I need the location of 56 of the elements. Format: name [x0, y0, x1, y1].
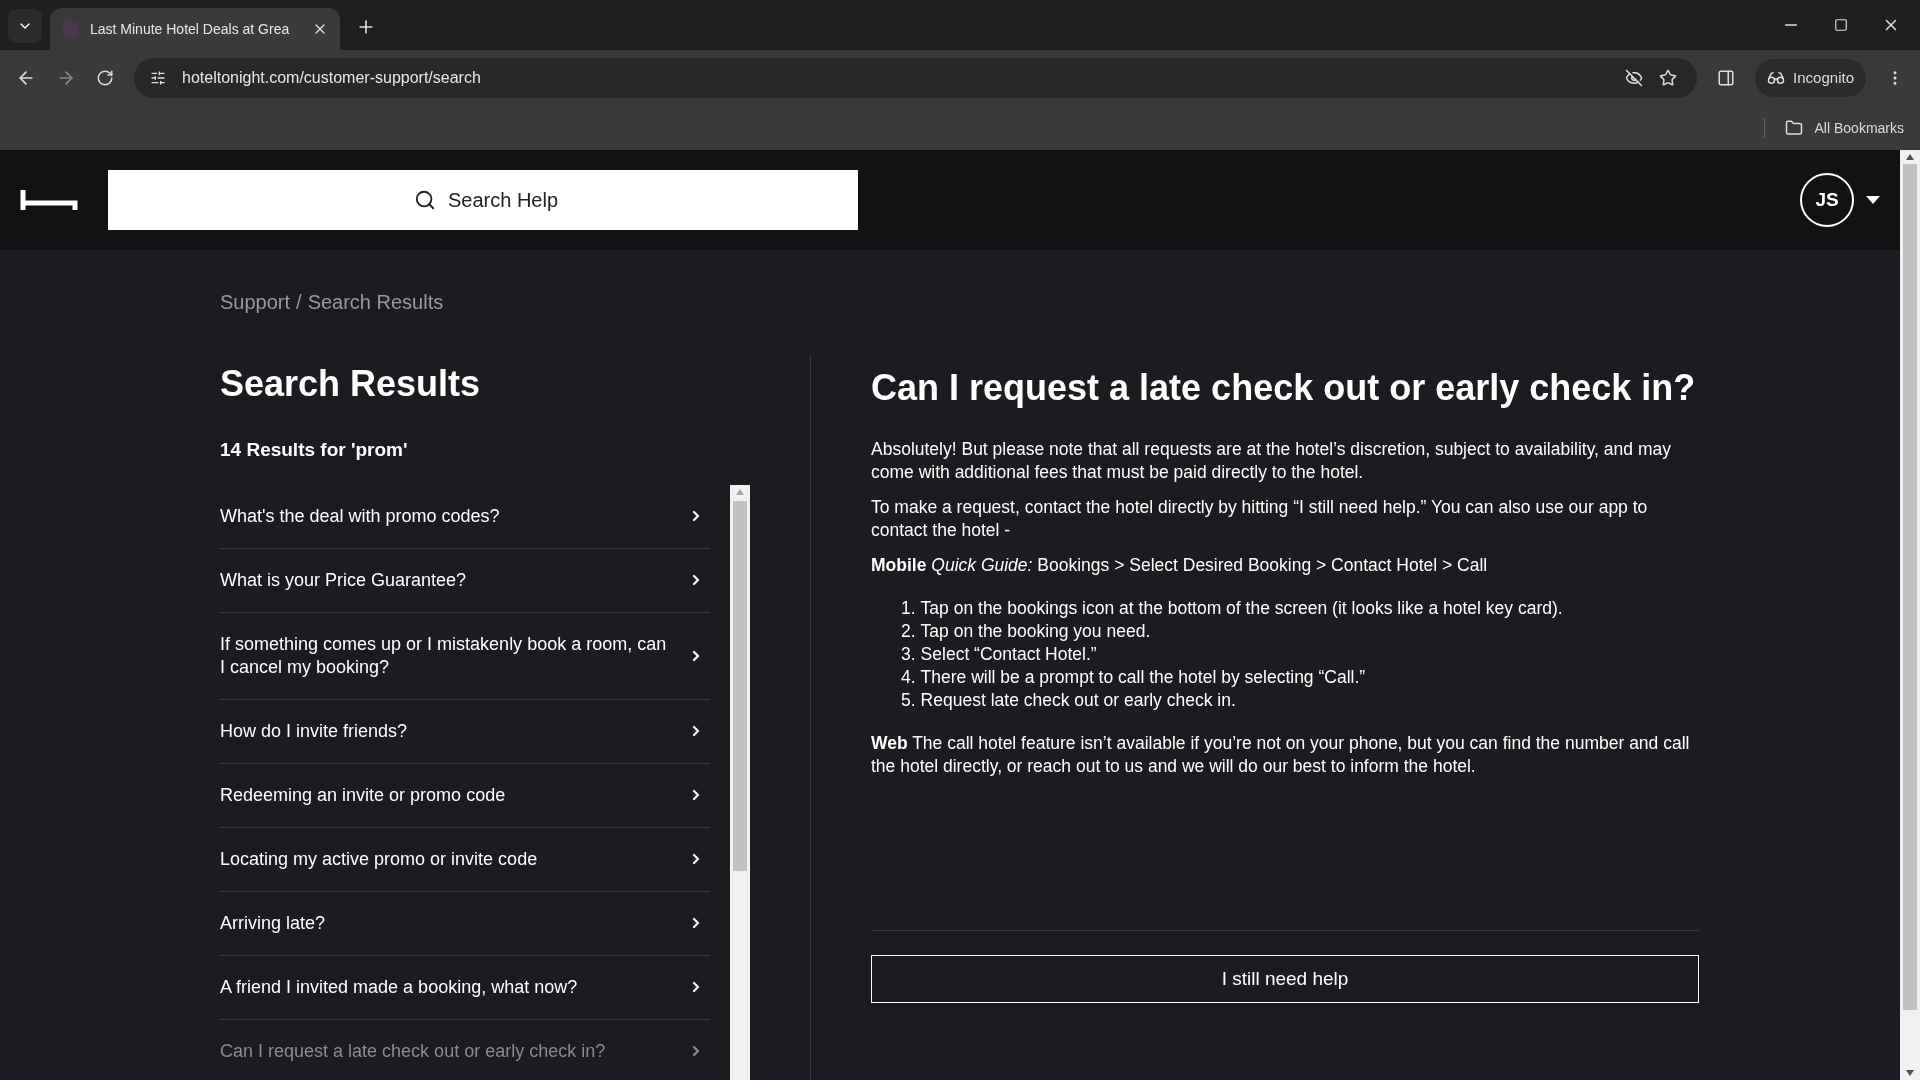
result-item[interactable]: What is your Price Guarantee? [220, 548, 710, 613]
bookmark-star-icon[interactable] [1659, 69, 1678, 87]
step-number: 4. [901, 666, 916, 689]
help-button[interactable]: I still need help [871, 955, 1699, 1003]
result-item[interactable]: How do I invite friends? [220, 699, 710, 764]
breadcrumb-link[interactable]: Support [220, 287, 291, 317]
step-text: Tap on the booking you need. [920, 620, 1151, 643]
page-scrollbar[interactable] [1900, 150, 1920, 1080]
result-item[interactable]: Arriving late? [220, 891, 710, 956]
caret-icon[interactable] [1866, 196, 1880, 204]
search-field[interactable]: Search Help [108, 170, 858, 230]
results-count: 14 Results for 'prom' [220, 438, 409, 462]
scrollbar[interactable] [730, 484, 750, 1080]
address-bar[interactable]: hoteltonight.com/customer-support/search [134, 58, 1698, 98]
article-paragraph: To make a request, contact the hotel directly by hitting “I still need help.” You can also use our app to contact the hotel - [871, 496, 1649, 542]
result-item[interactable]: What's the deal with promo codes? [220, 484, 710, 549]
tab-title: Last Minute Hotel Deals at Grea [90, 19, 291, 39]
step-number: 3. [901, 643, 916, 666]
step-text: There will be a prompt to call the hotel by selecting “Call.” [920, 666, 1366, 689]
folder-icon[interactable] [1784, 119, 1803, 137]
step-number: 1. [901, 597, 916, 620]
result-item[interactable]: If something comes up or I mistakenly book a room, can I cancel my booking? [220, 612, 710, 700]
search-icon [414, 189, 436, 211]
article-paragraph: Mobile Quick Guide: Bookings > Select Desired Booking > Contact Hotel > Call [871, 554, 1489, 577]
scrollbar-thumb[interactable] [733, 500, 747, 871]
maximize-icon[interactable] [1834, 18, 1848, 32]
incognito-icon [1767, 69, 1786, 87]
breadcrumb-link[interactable]: Search Results [307, 287, 444, 317]
avatar-button[interactable]: JS [1800, 173, 1854, 227]
result-item[interactable]: Redeeming an invite or promo code [220, 763, 710, 828]
step-text: Request late check out or early check in. [920, 689, 1236, 712]
tab-list-button[interactable] [8, 9, 42, 43]
breadcrumb-separator: / [296, 290, 302, 315]
step-text: Tap on the bookings icon at the bottom of the screen (it looks like a hotel key card). [920, 597, 1563, 620]
page-scrollbar-thumb[interactable] [1903, 164, 1917, 1010]
step-text: Select “Contact Hotel.” [920, 643, 1097, 666]
result-item[interactable]: Locating my active promo or invite code [220, 827, 710, 892]
result-item[interactable]: Can I request a late check out or early check in? [220, 1019, 710, 1080]
incognito-chip[interactable]: Incognito [1755, 59, 1866, 97]
url-text: hoteltonight.com/customer-support/search [182, 68, 482, 88]
result-item[interactable]: A friend I invited made a booking, what now? [220, 955, 710, 1020]
step-number: 2. [901, 620, 916, 643]
article-paragraph: Absolutely! But please note that all requests are at the hotel’s discretion, subject to availability, and may come with additional fees that must be paid directly to the hotel. [871, 438, 1672, 484]
bed-logo-icon[interactable] [20, 188, 78, 212]
reload-icon[interactable] [96, 69, 114, 87]
side-panel-icon[interactable] [1717, 69, 1736, 87]
article-title: Can I request a late check out or early check in? [871, 366, 1697, 410]
eye-off-icon[interactable] [1625, 69, 1644, 87]
scroll-down-icon[interactable] [1906, 1070, 1914, 1076]
step-number: 5. [901, 689, 916, 712]
results-title: Search Results [220, 362, 482, 406]
scroll-up-icon[interactable] [1906, 154, 1914, 160]
bookmarks-label[interactable]: All Bookmarks [1814, 117, 1904, 139]
article-paragraph: Web The call hotel feature isn’t available if you’re not on your phone, but you can find the number and call the hotel directly, or reach out to us and we will do our best to inform the hotel. [871, 732, 1691, 778]
site-info-icon[interactable] [150, 70, 166, 86]
browser-tab[interactable]: Last Minute Hotel Deals at Grea [50, 8, 340, 50]
